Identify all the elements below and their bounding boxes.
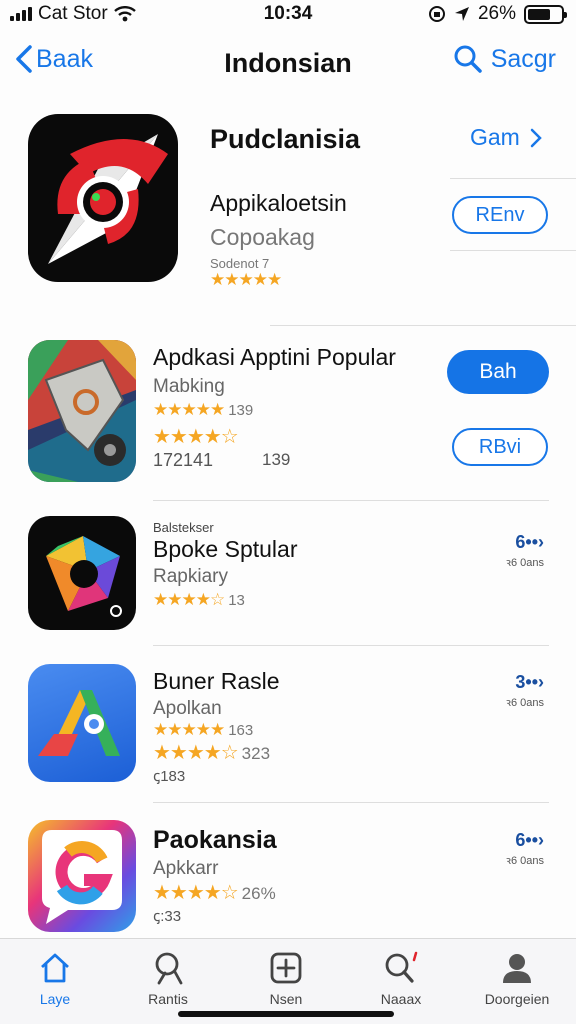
app-name-3[interactable]: Buner Rasle xyxy=(153,668,280,695)
app-action-button-1[interactable]: RBvi xyxy=(452,428,548,466)
app-rating-3b: ★★★★☆ 323 xyxy=(153,740,270,765)
battery-fill xyxy=(528,8,551,20)
app-name-1[interactable]: Apdkasi Apptini Popular xyxy=(153,344,396,371)
location-icon xyxy=(454,7,469,21)
app-category-1: Mabking xyxy=(153,376,225,397)
divider xyxy=(153,645,549,646)
app-extra-4: ꞔ:33 xyxy=(153,908,182,925)
tab-new-label: Nsen xyxy=(269,991,303,1007)
color-square-logo-icon xyxy=(46,536,122,617)
search-label: Sacgr xyxy=(490,44,556,73)
battery-icon xyxy=(524,4,567,24)
stars: ★★★★☆ xyxy=(153,590,225,609)
rating-count: 139 xyxy=(228,402,254,419)
compass-logo-icon xyxy=(48,134,168,264)
app-icon-4[interactable] xyxy=(28,820,136,932)
featured-action-button[interactable]: REnv xyxy=(452,196,548,234)
app-category-3: Apolkan xyxy=(153,698,222,719)
orientation-lock-icon xyxy=(428,6,445,22)
app-price-4: 6••› xyxy=(515,830,544,850)
featured-rating-label: Sodenot 7 xyxy=(210,256,270,271)
app-get-link-2[interactable]: 6••› ꝛ6 0ans xyxy=(506,532,544,570)
tool-app-logo-icon xyxy=(28,340,136,482)
person-icon xyxy=(503,954,531,983)
app-extra-3: ꞔ183 xyxy=(153,768,186,785)
app-rating-2: ★★★★☆ 13 xyxy=(153,590,245,610)
tab-new[interactable]: Nsen xyxy=(231,945,341,1007)
app-name-2[interactable]: Bpoke Sptular xyxy=(153,536,297,563)
search-icon xyxy=(155,952,183,985)
navigation-bar: Baak Indonsian Sacgr xyxy=(0,40,576,86)
search-alert-icon xyxy=(385,951,418,983)
tab-home-label: Laye xyxy=(39,991,71,1007)
battery-percent: 26% xyxy=(477,3,516,24)
letter-g-logo-icon xyxy=(42,830,122,924)
divider xyxy=(153,500,549,501)
search-button[interactable]: Sacgr xyxy=(453,44,556,74)
rating-count: 323 xyxy=(241,744,271,763)
chevron-right-icon xyxy=(530,128,542,147)
divider xyxy=(450,178,576,179)
tab-search[interactable]: Rantis xyxy=(113,945,223,1007)
app-icon-1[interactable] xyxy=(28,340,136,482)
app-icon-3[interactable] xyxy=(28,664,136,782)
app-rating-3a: ★★★★★ 163 xyxy=(153,720,253,740)
tab-home[interactable]: Laye xyxy=(0,945,110,1007)
app-get-button-1[interactable]: Bah xyxy=(447,350,549,394)
search-icon xyxy=(454,45,482,73)
divider xyxy=(450,250,576,251)
app-category-2: Rapkiary xyxy=(153,566,228,587)
app-price-note-2: ꝛ6 0ans xyxy=(505,557,544,569)
app-category-4: Apkkarr xyxy=(153,858,219,879)
app-overline-2: Balstekser xyxy=(153,520,214,535)
divider xyxy=(153,802,549,803)
app-price-note-4: ꝛ6 0ans xyxy=(505,855,544,867)
app-rating-1b: ★★★★☆ xyxy=(153,426,239,448)
app-extra-1: 172141 xyxy=(153,450,214,470)
stars: ★★★★☆ xyxy=(153,882,239,904)
featured-app-category: Copoakag xyxy=(210,224,315,250)
tab-profile-label: Doorgeien xyxy=(484,991,550,1007)
status-right: 26% xyxy=(428,3,567,25)
rating-count: 163 xyxy=(228,722,254,739)
featured-stars: ★★★★★ xyxy=(210,270,282,289)
stars: ★★★★★ xyxy=(153,720,225,739)
app-extra-1b: 139 xyxy=(262,450,291,469)
app-get-link-4[interactable]: 6••› ꝛ6 0ans xyxy=(506,830,544,868)
stars: ★★★★★ xyxy=(153,400,225,419)
featured-app-subtitle: Appikaloetsin xyxy=(210,190,347,216)
status-bar: Cat Stor 10:34 26% xyxy=(0,0,576,30)
stars: ★★★★☆ xyxy=(153,742,239,764)
home-icon xyxy=(41,953,69,983)
app-rating-4: ★★★★☆ 26% xyxy=(153,880,276,905)
featured-get-label: Gam xyxy=(470,124,520,150)
tab-profile[interactable]: Doorgeien xyxy=(462,945,572,1007)
featured-app-icon[interactable] xyxy=(28,114,178,282)
home-indicator xyxy=(178,1011,394,1017)
divider xyxy=(270,325,576,326)
tab-alerts-label: Naaax xyxy=(380,991,422,1007)
tab-search-label: Rantis xyxy=(148,991,188,1007)
app-get-link-3[interactable]: 3••› ꝛ6 0ans xyxy=(506,672,544,710)
app-price-2: 6••› xyxy=(515,532,544,552)
app-icon-2[interactable] xyxy=(28,516,136,630)
app-price-3: 3••› xyxy=(515,672,544,692)
rating-count: 26% xyxy=(241,884,276,903)
app-name-4[interactable]: Paokansia xyxy=(153,826,277,855)
rating-count: 13 xyxy=(228,592,245,609)
featured-app-name[interactable]: Pudclanisia xyxy=(210,124,360,155)
tab-alerts[interactable]: Naaax xyxy=(346,945,456,1007)
app-rating-1a: ★★★★★ 139 xyxy=(153,400,253,420)
app-price-note-3: ꝛ6 0ans xyxy=(505,697,544,709)
plus-square-icon xyxy=(270,952,302,984)
featured-get-link[interactable]: Gam xyxy=(470,124,542,151)
letter-a-logo-icon xyxy=(38,690,120,756)
